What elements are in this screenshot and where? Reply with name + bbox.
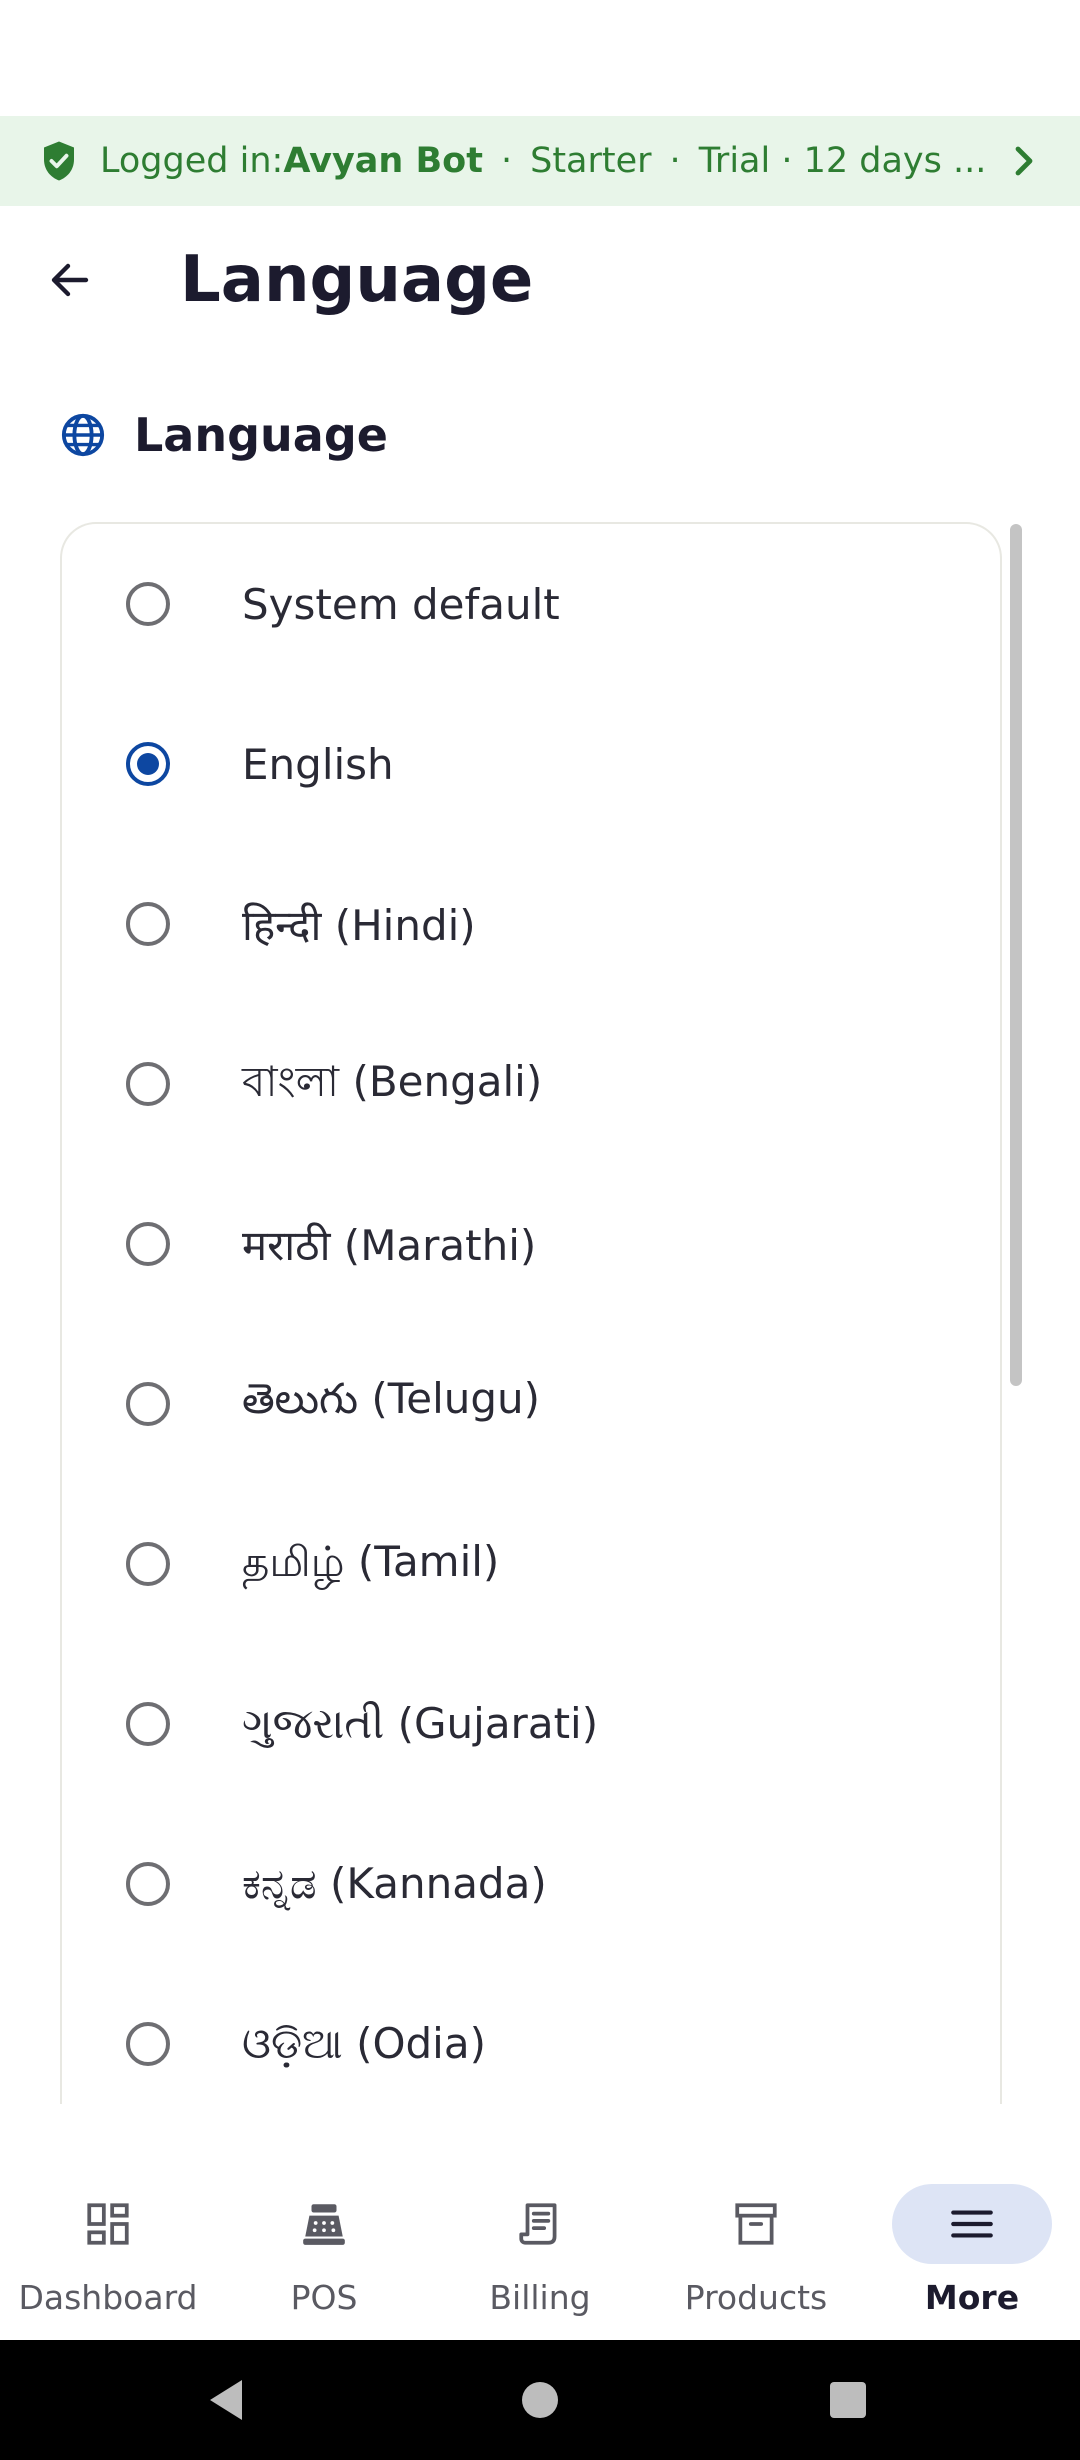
banner-trial: Trial · 12 days ... xyxy=(698,141,987,181)
radio-button[interactable] xyxy=(126,1382,170,1426)
language-option-label: ગુજરાતી (Gujarati) xyxy=(242,1699,599,1748)
language-option-label: English xyxy=(242,739,394,789)
system-home-button[interactable] xyxy=(510,2370,570,2430)
banner-user: Avyan Bot xyxy=(283,141,483,181)
language-option-label: हिन्दी (Hindi) xyxy=(242,900,476,950)
language-option-marathi[interactable]: मराठी (Marathi) xyxy=(62,1164,1000,1324)
nav-item-billing[interactable]: Billing xyxy=(432,2150,648,2340)
square-recents-icon xyxy=(830,2382,866,2418)
language-options-list: System default English हिन्दी (Hindi) বা… xyxy=(60,522,1002,2104)
system-back-button[interactable] xyxy=(196,2370,256,2430)
banner-prefix: Logged in: xyxy=(100,141,284,181)
section-title: Language xyxy=(134,408,388,462)
language-option-odia[interactable]: ଓଡ଼ିଆ (Odia) xyxy=(62,1964,1000,2104)
section-header: Language xyxy=(60,400,388,470)
language-option-label: मराठी (Marathi) xyxy=(242,1220,537,1270)
banner-text: Logged in: Avyan Bot · Starter · Trial ·… xyxy=(100,116,986,206)
nav-item-more[interactable]: More xyxy=(864,2150,1080,2340)
language-option-gujarati[interactable]: ગુજરાતી (Gujarati) xyxy=(62,1644,1000,1804)
nav-label: Billing xyxy=(489,2278,591,2317)
language-option-bengali[interactable]: বাংলা (Bengali) xyxy=(62,1004,1000,1164)
top-app-bar: Language xyxy=(0,220,1080,340)
nav-active-indicator xyxy=(892,2184,1052,2264)
language-option-label: System default xyxy=(242,579,560,629)
receipt-icon xyxy=(519,2203,557,2245)
arrow-left-icon xyxy=(51,263,89,297)
language-option-label: తెలుగు (Telugu) xyxy=(242,1374,541,1423)
system-recents-button[interactable] xyxy=(818,2370,878,2430)
triangle-back-icon xyxy=(210,2380,242,2420)
globe-icon xyxy=(61,413,105,457)
radio-button[interactable] xyxy=(126,1062,170,1106)
banner-plan: Starter xyxy=(530,141,652,181)
nav-item-products[interactable]: Products xyxy=(648,2150,864,2340)
radio-button[interactable] xyxy=(126,902,170,946)
language-option-telugu[interactable]: తెలుగు (Telugu) xyxy=(62,1324,1000,1484)
language-option-english[interactable]: English xyxy=(62,684,1000,844)
radio-button[interactable] xyxy=(126,1702,170,1746)
dashboard-icon xyxy=(87,2203,129,2245)
scrollbar-thumb[interactable] xyxy=(1010,524,1022,1386)
language-option-system-default[interactable]: System default xyxy=(62,524,1000,684)
language-option-label: ଓଡ଼ିଆ (Odia) xyxy=(242,2019,486,2068)
language-option-label: ಕನ್ನಡ (Kannada) xyxy=(242,1859,547,1908)
language-option-hindi[interactable]: हिन्दी (Hindi) xyxy=(62,844,1000,1004)
radio-button-selected[interactable] xyxy=(126,742,170,786)
radio-button[interactable] xyxy=(126,1542,170,1586)
circle-home-icon xyxy=(522,2382,558,2418)
page-title: Language xyxy=(180,243,534,317)
pos-register-icon xyxy=(303,2204,345,2245)
login-status-banner[interactable]: Logged in: Avyan Bot · Starter · Trial ·… xyxy=(0,116,1080,206)
language-option-tamil[interactable]: தமிழ் (Tamil) xyxy=(62,1484,1000,1644)
nav-item-dashboard[interactable]: Dashboard xyxy=(0,2150,216,2340)
radio-button[interactable] xyxy=(126,582,170,626)
menu-icon xyxy=(951,2210,993,2238)
language-option-kannada[interactable]: ಕನ್ನಡ (Kannada) xyxy=(62,1804,1000,1964)
language-option-label: বাংলা (Bengali) xyxy=(242,1056,543,1106)
radio-button[interactable] xyxy=(126,2022,170,2066)
radio-button[interactable] xyxy=(126,1222,170,1266)
nav-item-pos[interactable]: POS xyxy=(216,2150,432,2340)
back-button[interactable] xyxy=(30,240,110,320)
nav-label: POS xyxy=(290,2278,358,2317)
banner-separator: · xyxy=(500,141,513,181)
banner-separator: · xyxy=(669,141,681,181)
nav-label: Dashboard xyxy=(18,2278,198,2317)
radio-button[interactable] xyxy=(126,1862,170,1906)
shield-check-icon xyxy=(44,141,74,181)
bottom-navigation: Dashboard POS Billing Products More xyxy=(0,2150,1080,2340)
archive-box-icon xyxy=(735,2203,777,2245)
language-option-label: தமிழ் (Tamil) xyxy=(242,1536,500,1586)
system-navigation-bar xyxy=(0,2340,1080,2460)
nav-label: More xyxy=(924,2278,1020,2317)
nav-label: Products xyxy=(684,2278,828,2317)
chevron-right-icon xyxy=(1015,146,1033,176)
